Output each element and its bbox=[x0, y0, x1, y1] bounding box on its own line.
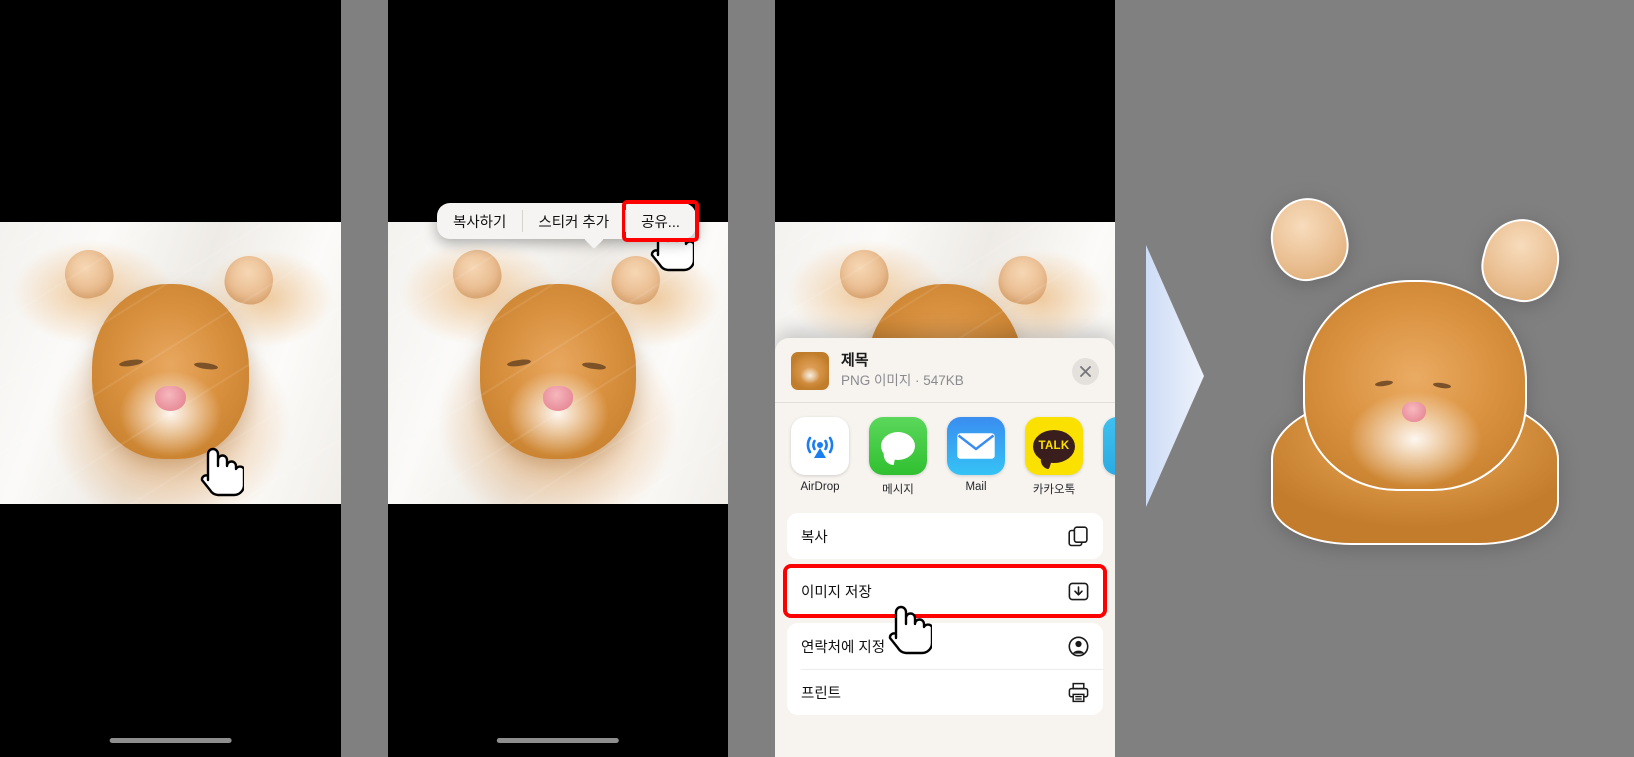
airdrop-glyph bbox=[806, 436, 834, 458]
tutorial-stage: 복사하기 스티커 추가 공유... 제목 PNG 이미지 · 547KB Air… bbox=[0, 0, 1634, 757]
action-group-copy: 복사 bbox=[787, 513, 1103, 559]
cutout-sticker-result bbox=[1215, 190, 1615, 545]
action-label: 연락처에 지정 bbox=[801, 639, 886, 656]
share-target-label: AirDrop bbox=[800, 481, 840, 493]
kitten-photo bbox=[0, 222, 341, 504]
shared-item-meta: PNG 이미지 · 547KB bbox=[841, 372, 964, 388]
speech-bubble-glyph bbox=[881, 432, 915, 460]
phone-panel-context-menu bbox=[388, 0, 728, 757]
context-menu-item-label: 복사하기 bbox=[453, 214, 507, 231]
printer-glyph bbox=[1068, 682, 1089, 702]
shared-item-info: 제목 PNG 이미지 · 547KB bbox=[841, 352, 1060, 390]
action-label: 이미지 저장 bbox=[801, 584, 872, 601]
envelope-glyph bbox=[957, 433, 995, 459]
sticker-paw-right bbox=[1474, 210, 1568, 309]
sticker-head bbox=[1303, 279, 1527, 491]
share-target-kakaotalk[interactable]: TALK 카카오톡 bbox=[1025, 417, 1083, 497]
cat-paw-right bbox=[994, 251, 1052, 309]
stock-watermark bbox=[388, 222, 728, 504]
share-target-label: 카카오톡 bbox=[1032, 484, 1076, 496]
share-target-airdrop[interactable]: AirDrop bbox=[791, 417, 849, 497]
share-sheet-header: 제목 PNG 이미지 · 547KB bbox=[775, 338, 1115, 402]
download-glyph bbox=[1068, 582, 1089, 600]
home-indicator bbox=[496, 738, 620, 743]
cat-paw-left bbox=[834, 245, 893, 304]
phone-panel-photo-view bbox=[0, 0, 341, 757]
cat-paw-right bbox=[220, 251, 278, 309]
share-target-messages[interactable]: 메시지 bbox=[869, 417, 927, 497]
kakaotalk-icon: TALK bbox=[1025, 417, 1083, 475]
share-sheet: 제목 PNG 이미지 · 547KB AirDrop 메시지 Mail TALK… bbox=[775, 338, 1115, 757]
thumbnail-image bbox=[791, 352, 829, 390]
stock-watermark bbox=[0, 222, 341, 504]
shared-item-title: 제목 bbox=[841, 352, 869, 370]
action-row-assign-contact[interactable]: 연락처에 지정 bbox=[787, 623, 1103, 669]
shared-item-thumbnail bbox=[791, 352, 829, 390]
person-circle-glyph bbox=[1068, 636, 1089, 656]
cat-eye-left bbox=[119, 358, 144, 369]
cat-eye-right bbox=[581, 361, 606, 371]
kitten-photo bbox=[388, 222, 728, 504]
action-group-assign-contact: 연락처에 지정 프린트 bbox=[787, 623, 1103, 715]
copy-icon bbox=[1068, 525, 1089, 547]
close-glyph bbox=[1080, 365, 1091, 377]
sticker-eye-right bbox=[1432, 381, 1451, 390]
home-indicator bbox=[109, 738, 232, 743]
action-row-print[interactable]: 프린트 bbox=[787, 669, 1103, 715]
contact-person-icon bbox=[1068, 636, 1089, 657]
cat-eye-right bbox=[194, 361, 219, 371]
context-menu-item-share[interactable]: 공유... bbox=[622, 200, 699, 242]
phone-panel-share-sheet: 제목 PNG 이미지 · 547KB AirDrop 메시지 Mail TALK… bbox=[775, 0, 1115, 757]
right-arrow-gradient-icon bbox=[1146, 245, 1204, 507]
photo-viewer[interactable] bbox=[388, 222, 728, 504]
share-action-list: 복사 이미지 저장 연락처에 지정 프린트 bbox=[775, 507, 1115, 715]
action-group-save-image: 이미지 저장 bbox=[783, 564, 1107, 618]
action-row-save-image[interactable]: 이미지 저장 bbox=[787, 568, 1103, 614]
photo-viewer[interactable] bbox=[0, 222, 341, 504]
share-target-mail[interactable]: Mail bbox=[947, 417, 1005, 497]
action-row-copy[interactable]: 복사 bbox=[787, 513, 1103, 559]
kakao-bubble-glyph: TALK bbox=[1033, 429, 1075, 463]
messages-icon bbox=[869, 417, 927, 475]
share-app-row[interactable]: AirDrop 메시지 Mail TALK 카카오톡 bbox=[775, 403, 1115, 507]
sticker-cat bbox=[1215, 190, 1615, 545]
share-target-telegram[interactable] bbox=[1103, 417, 1115, 497]
airdrop-icon bbox=[791, 417, 849, 475]
sticker-muzzle bbox=[1401, 401, 1426, 423]
context-menu-item-label: 공유... bbox=[641, 214, 680, 231]
context-menu: 복사하기 스티커 추가 공유... bbox=[437, 200, 699, 249]
cat-paw-right bbox=[607, 251, 665, 309]
action-label: 프린트 bbox=[801, 685, 842, 702]
printer-icon bbox=[1068, 682, 1089, 703]
context-menu-item-add-sticker[interactable]: 스티커 추가 bbox=[522, 203, 625, 239]
close-icon[interactable] bbox=[1072, 357, 1099, 385]
cat-eye-left bbox=[506, 358, 532, 369]
copy-glyph bbox=[1068, 525, 1088, 546]
context-menu-item-label: 스티커 추가 bbox=[538, 214, 610, 231]
cat-paw-left bbox=[447, 245, 506, 304]
save-download-icon bbox=[1068, 581, 1089, 602]
share-target-label: Mail bbox=[965, 481, 987, 493]
telegram-icon bbox=[1103, 417, 1115, 475]
sticker-eye-left bbox=[1375, 379, 1394, 388]
sticker-paw-left bbox=[1262, 190, 1356, 288]
mail-icon bbox=[947, 417, 1005, 475]
kakao-badge-text: TALK bbox=[1038, 440, 1070, 452]
action-label: 복사 bbox=[801, 529, 828, 546]
share-target-label: 메시지 bbox=[882, 484, 914, 496]
cat-paw-left bbox=[59, 245, 118, 304]
context-menu-item-copy[interactable]: 복사하기 bbox=[437, 203, 522, 239]
